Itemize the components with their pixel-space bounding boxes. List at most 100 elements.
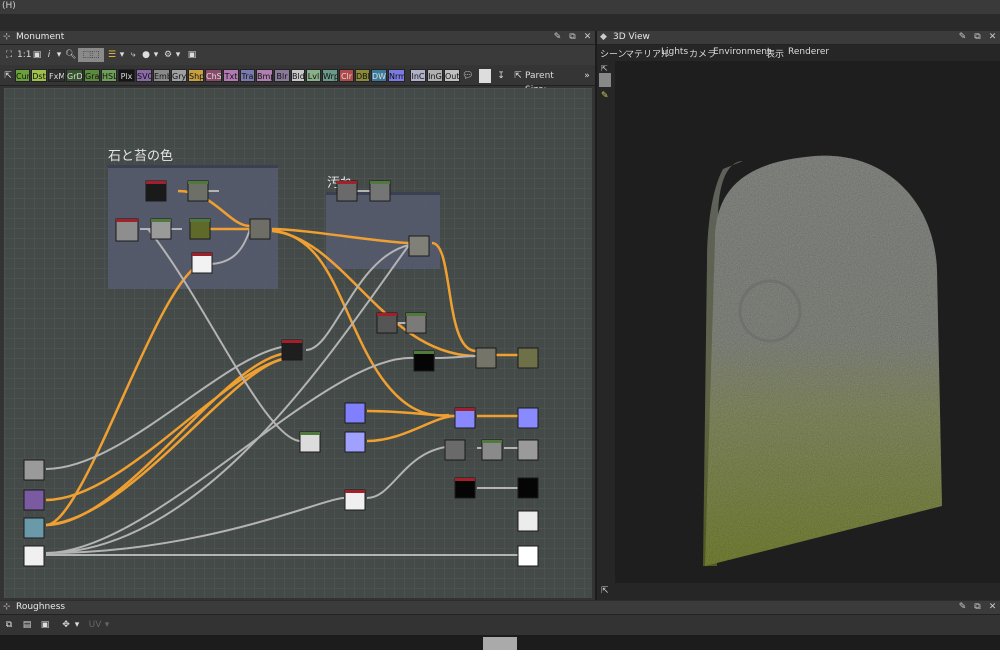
pin-icon[interactable]: ✎	[957, 31, 968, 44]
graph-node-input-white[interactable]	[23, 545, 45, 567]
filter-chip-fxm[interactable]: FxM	[48, 69, 65, 82]
more-icon[interactable]: »	[583, 69, 591, 83]
graph-node-noise[interactable]	[336, 180, 358, 202]
filter-chip-plx[interactable]: Plx	[118, 69, 135, 82]
frame-icon[interactable]	[479, 69, 491, 83]
menu-renderer[interactable]: Renderer	[788, 47, 829, 57]
pin-icon[interactable]: ✎	[957, 601, 968, 614]
gear-icon[interactable]: ⚙	[162, 48, 174, 62]
comment-icon[interactable]: 💬︎	[462, 69, 474, 83]
graph-node-output-roughness[interactable]	[517, 439, 539, 461]
export-icon[interactable]: ⇱	[601, 64, 608, 73]
filter-chip-out[interactable]: Out	[444, 69, 460, 82]
filter-chip-inc[interactable]: InC	[410, 69, 426, 82]
close-icon[interactable]: ✕	[987, 601, 998, 614]
menu-help[interactable]: (H)	[2, 1, 16, 11]
filter-chip-ing[interactable]: InG	[427, 69, 443, 82]
filter-chip-tra[interactable]: Tra	[240, 69, 255, 82]
graph-node-blur[interactable]	[405, 312, 427, 334]
graph-node-noise[interactable]	[376, 312, 398, 334]
filter-chip-cur[interactable]: Cur	[15, 69, 30, 82]
save-icon[interactable]: ▤	[22, 618, 32, 632]
dropdown-icon[interactable]: ▾	[55, 48, 63, 62]
graph-node-input-color[interactable]	[23, 489, 45, 511]
graph-node-gradient[interactable]	[191, 252, 213, 274]
filter-chip-nrm[interactable]: Nrm	[388, 69, 405, 82]
info-button[interactable]: i	[45, 48, 53, 62]
graph-node-output-normal[interactable]	[517, 407, 539, 429]
select-tool-icon[interactable]: ⬚⬚	[78, 48, 104, 62]
graph-node-normal-noise[interactable]	[344, 431, 366, 453]
pin-icon[interactable]: ✎	[552, 31, 563, 44]
filter-chip-gra[interactable]: Gra	[84, 69, 100, 82]
menu-display[interactable]: 表示	[766, 47, 784, 60]
filter-chip-grd[interactable]: GrD	[66, 69, 83, 82]
graph-node-blend[interactable]	[444, 439, 466, 461]
axis-icon[interactable]: ⇱	[601, 586, 609, 596]
graph-node-levels[interactable]	[189, 218, 211, 240]
filter-chip-shp[interactable]: Shp	[188, 69, 204, 82]
graph-node-output-ao[interactable]	[517, 510, 539, 532]
graph-canvas[interactable]: 石と苔の色 汚れ	[4, 88, 592, 598]
filter-chip-blr[interactable]: Blr	[274, 69, 290, 82]
fit-icon[interactable]: ⧉	[4, 618, 14, 632]
filter-chip-txt[interactable]: Txt	[223, 69, 239, 82]
menu-environment[interactable]: Environment	[713, 47, 770, 57]
filter-chip-svg[interactable]: SVG	[136, 69, 152, 82]
graph-node-output-metallic[interactable]	[517, 477, 539, 499]
graph-node-noise[interactable]	[115, 218, 139, 242]
float-icon[interactable]: ⧉	[567, 31, 578, 44]
fit-icon[interactable]: ⛶	[3, 48, 15, 62]
filter-chip-dwr[interactable]: DWr	[371, 69, 387, 82]
dropdown-icon[interactable]: ▾	[152, 48, 160, 62]
graph-node-gradient[interactable]	[344, 489, 366, 511]
screenshot-icon[interactable]: ▣	[187, 48, 197, 62]
filter-chip-chs[interactable]: ChS	[205, 69, 222, 82]
light-icon[interactable]: ✎	[601, 91, 609, 101]
uv-label[interactable]: UV	[88, 618, 102, 632]
graph-node-normal[interactable]	[344, 402, 366, 424]
bomb-icon[interactable]: ●	[140, 48, 152, 62]
float-icon[interactable]: ⧉	[972, 31, 983, 44]
filter-chip-dst[interactable]: Dst	[31, 69, 47, 82]
graph-node-noise[interactable]	[145, 180, 167, 202]
image-icon[interactable]: ▣	[32, 48, 42, 62]
graph-node-blend[interactable]	[249, 218, 271, 240]
graph-node-blend[interactable]	[408, 235, 430, 257]
filter-chip-wrp[interactable]: Wrp	[322, 69, 338, 82]
menu-camera[interactable]: カメラ	[689, 47, 716, 60]
graph-node-input-uv[interactable]	[23, 517, 45, 539]
float-icon[interactable]: ⧉	[972, 601, 983, 614]
menu-lights[interactable]: Lights	[661, 47, 688, 57]
dropdown-icon[interactable]: ▾	[174, 48, 182, 62]
connector-icon[interactable]: ⤷	[128, 48, 138, 62]
graph-node-input-gray[interactable]	[23, 459, 45, 481]
graph-node-mask[interactable]	[413, 350, 435, 372]
dropdown-icon[interactable]: ▾	[104, 618, 110, 632]
viewport-3d[interactable]: S	[615, 61, 1000, 583]
pin-node-icon[interactable]: ↧	[496, 69, 506, 83]
graph-node-normal-blend[interactable]	[454, 407, 476, 429]
menu-scene[interactable]: シーン	[600, 47, 627, 60]
graph-node-mask[interactable]	[454, 477, 476, 499]
graph-node-output-basecolor[interactable]	[517, 347, 539, 369]
graph-node-blend[interactable]	[475, 347, 497, 369]
dropdown-icon[interactable]: ▾	[74, 618, 80, 632]
filter-chip-lvl[interactable]: Lvl	[306, 69, 321, 82]
graph-node-blend[interactable]	[150, 218, 172, 240]
material-icon[interactable]	[599, 73, 611, 87]
filter-chip-dbl[interactable]: DBl	[355, 69, 370, 82]
graph-node-levels[interactable]	[481, 439, 503, 461]
graph-node-grayscale[interactable]	[187, 180, 209, 202]
export-icon[interactable]: ⇱	[3, 69, 13, 83]
node-graph[interactable]: 石と苔の色 汚れ	[4, 88, 592, 598]
zoom-1to1-button[interactable]: 1:1	[17, 48, 31, 62]
filter-chip-emb[interactable]: Emb	[153, 69, 170, 82]
graph-node-height[interactable]	[299, 431, 321, 453]
close-icon[interactable]: ✕	[582, 31, 593, 44]
close-icon[interactable]: ✕	[987, 31, 998, 44]
filter-chip-clr[interactable]: Clr	[339, 69, 354, 82]
graph-node-warp[interactable]	[281, 339, 303, 361]
filter-chip-bld[interactable]: Bld	[291, 69, 305, 82]
layout-icon[interactable]: ☰	[106, 48, 118, 62]
